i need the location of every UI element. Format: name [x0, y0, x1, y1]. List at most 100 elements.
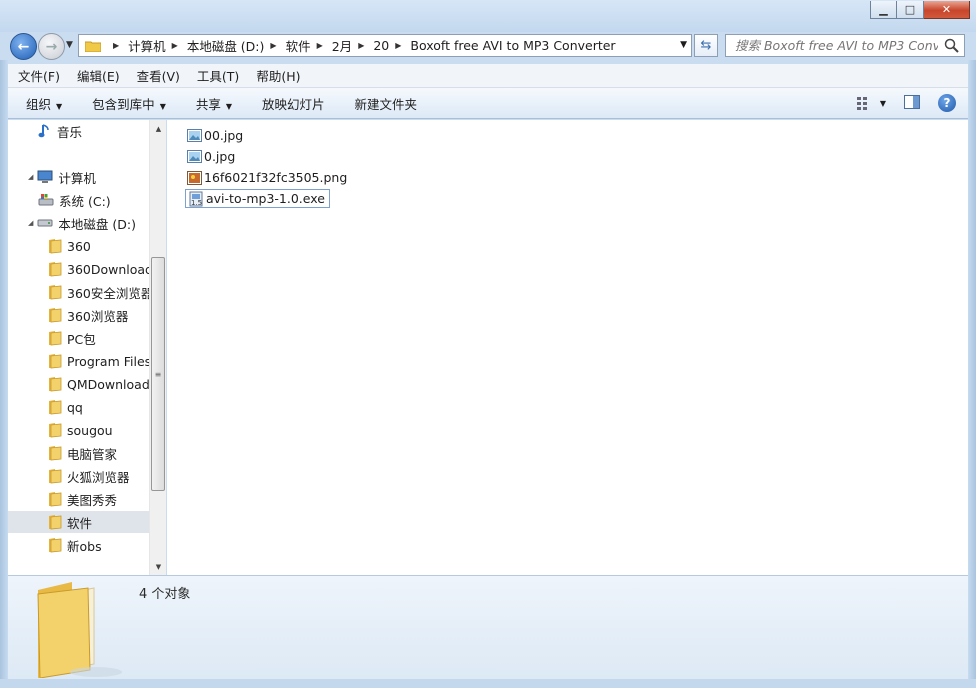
view-list-icon — [856, 97, 867, 110]
exe-file-icon: 1.5 — [188, 191, 204, 207]
breadcrumb-item[interactable]: Boxoft free AVI to MP3 Converter — [410, 38, 615, 53]
menu-edit[interactable]: 编辑(E) — [77, 66, 120, 85]
arrow-left-icon: ← — [17, 38, 30, 55]
scroll-up-icon[interactable]: ▲ — [150, 120, 167, 137]
slideshow-button[interactable]: 放映幻灯片 — [262, 94, 325, 113]
nav-folder-item[interactable]: qq — [8, 396, 149, 418]
nav-music-label: 音乐 — [57, 124, 83, 140]
system-drive-icon — [38, 193, 54, 207]
navigation-scrollbar[interactable]: ▲ ≡ ▼ — [149, 120, 166, 575]
breadcrumb-separator-icon[interactable]: ▶ — [172, 41, 178, 50]
view-controls: ▼ ? — [838, 94, 956, 112]
folder-icon — [48, 307, 62, 323]
folder-icon — [48, 353, 62, 369]
window-controls: ▁ □ ✕ — [870, 1, 970, 19]
include-in-library-button[interactable]: 包含到库中 ▼ — [92, 94, 166, 113]
nav-folder-item[interactable]: 360安全浏览器 — [8, 281, 153, 303]
nav-folder-item[interactable]: 美图秀秀 — [8, 488, 149, 510]
window-border-left — [0, 60, 8, 688]
nav-folder-label: Program Files — [67, 353, 152, 369]
menu-tools[interactable]: 工具(T) — [197, 66, 239, 85]
nav-music[interactable]: 音乐 — [38, 120, 82, 142]
share-label: 共享 — [195, 96, 221, 112]
nav-folder-item[interactable]: Program Files — [8, 350, 152, 372]
folder-icon — [48, 399, 62, 415]
back-button[interactable]: ← — [10, 33, 37, 60]
new-folder-button[interactable]: 新建文件夹 — [355, 94, 418, 113]
nav-drive-d[interactable]: ◢ 本地磁盘 (D:) — [28, 212, 136, 234]
breadcrumb-separator-icon[interactable]: ▶ — [270, 41, 276, 50]
nav-folder-item[interactable]: 360 — [8, 235, 149, 257]
nav-folder-item[interactable]: PC包 — [8, 327, 149, 349]
nav-folder-label: qq — [67, 399, 83, 415]
breadcrumb-separator-icon[interactable]: ▶ — [113, 41, 119, 50]
file-name: avi-to-mp3-1.0.exe — [206, 191, 325, 206]
menu-help[interactable]: 帮助(H) — [256, 66, 300, 85]
file-item[interactable]: 0.jpg — [185, 147, 239, 166]
scroll-down-icon[interactable]: ▼ — [150, 558, 167, 575]
menu-view[interactable]: 查看(V) — [137, 66, 180, 85]
search-icon[interactable] — [944, 38, 959, 53]
nav-folder-item[interactable]: 火狐浏览器 — [8, 465, 149, 487]
folder-large-icon — [37, 582, 122, 678]
file-name: 00.jpg — [204, 128, 244, 143]
collapse-arrow-icon: ◢ — [28, 173, 34, 181]
nav-folder-item[interactable]: 新obs — [8, 534, 149, 556]
folder-icon — [85, 41, 101, 52]
breadcrumb-item[interactable]: 20 — [373, 38, 389, 53]
nav-drive-d-label: 本地磁盘 (D:) — [58, 216, 136, 232]
breadcrumb-item[interactable]: 本地磁盘 (D:) — [187, 36, 265, 55]
refresh-button[interactable]: ⇆ — [694, 34, 718, 57]
nav-folder-label: PC包 — [67, 331, 96, 347]
refresh-icon: ⇆ — [700, 38, 712, 53]
maximize-button[interactable]: □ — [897, 1, 924, 19]
folder-icon — [48, 238, 62, 254]
nav-folder-item[interactable]: 软件 — [8, 511, 149, 533]
close-button[interactable]: ✕ — [924, 1, 970, 19]
forward-button[interactable]: → — [38, 33, 65, 60]
scrollbar-thumb[interactable]: ≡ — [151, 257, 165, 491]
hard-drive-icon — [37, 217, 53, 229]
breadcrumb-item[interactable]: 软件 — [286, 36, 311, 55]
nav-computer[interactable]: ◢ 计算机 — [28, 166, 96, 188]
search-input[interactable] — [726, 35, 938, 56]
breadcrumb-separator-icon[interactable]: ▶ — [358, 41, 364, 50]
nav-folder-label: 新obs — [67, 538, 102, 554]
window-border-bottom — [0, 679, 976, 688]
address-bar[interactable]: ▶ 计算机 ▶ 本地磁盘 (D:) ▶ 软件 ▶ 2月 ▶ 20 ▶ Boxoft free AVI … — [78, 34, 692, 57]
navigation-row: ← → ▼ ▶ 计算机 ▶ 本地磁盘 (D:) ▶ 软件 ▶ 2月 ▶ 20 ▶ Boxoft fre… — [0, 32, 976, 60]
help-button[interactable]: ? — [938, 94, 956, 112]
nav-drive-c[interactable]: 系统 (C:) — [38, 189, 111, 211]
folder-icon — [48, 422, 62, 438]
item-count: 4 个对象 — [139, 587, 191, 602]
nav-folder-label: 360浏览器 — [67, 308, 129, 324]
change-view-button[interactable]: ▼ — [856, 96, 886, 110]
search-box[interactable] — [725, 34, 965, 57]
organize-button[interactable]: 组织 ▼ — [26, 94, 62, 113]
address-dropdown-icon[interactable]: ▼ — [680, 40, 687, 50]
file-item[interactable]: 00.jpg — [185, 126, 247, 145]
help-icon: ? — [943, 96, 951, 110]
share-button[interactable]: 共享 ▼ — [196, 94, 232, 113]
file-item[interactable]: 1.5 avi-to-mp3-1.0.exe — [185, 189, 330, 208]
breadcrumb-item[interactable]: 计算机 — [128, 36, 166, 55]
window-border-right — [968, 60, 976, 688]
organize-label: 组织 — [26, 96, 52, 112]
breadcrumb-item[interactable]: 2月 — [332, 36, 352, 55]
breadcrumb-separator-icon[interactable]: ▶ — [317, 41, 323, 50]
menu-file[interactable]: 文件(F) — [18, 66, 60, 85]
file-item[interactable]: 16f6021f32fc3505.png — [185, 168, 351, 187]
nav-folder-item[interactable]: 电脑管家 — [8, 442, 149, 464]
breadcrumb-separator-icon[interactable]: ▶ — [395, 41, 401, 50]
png-file-icon — [187, 170, 202, 185]
nav-folder-item[interactable]: 360Downloads — [8, 258, 160, 280]
nav-folder-item[interactable]: 360浏览器 — [8, 304, 149, 326]
nav-folder-item[interactable]: QMDownload — [8, 373, 150, 395]
nav-folder-item[interactable]: sougou — [8, 419, 149, 441]
preview-pane-icon — [904, 94, 920, 109]
minimize-button[interactable]: ▁ — [870, 1, 897, 19]
preview-pane-button[interactable] — [904, 94, 920, 112]
folder-icon — [48, 330, 62, 346]
recent-pages-dropdown-icon[interactable]: ▼ — [66, 40, 73, 50]
nav-folder-label: 360 — [67, 238, 91, 254]
